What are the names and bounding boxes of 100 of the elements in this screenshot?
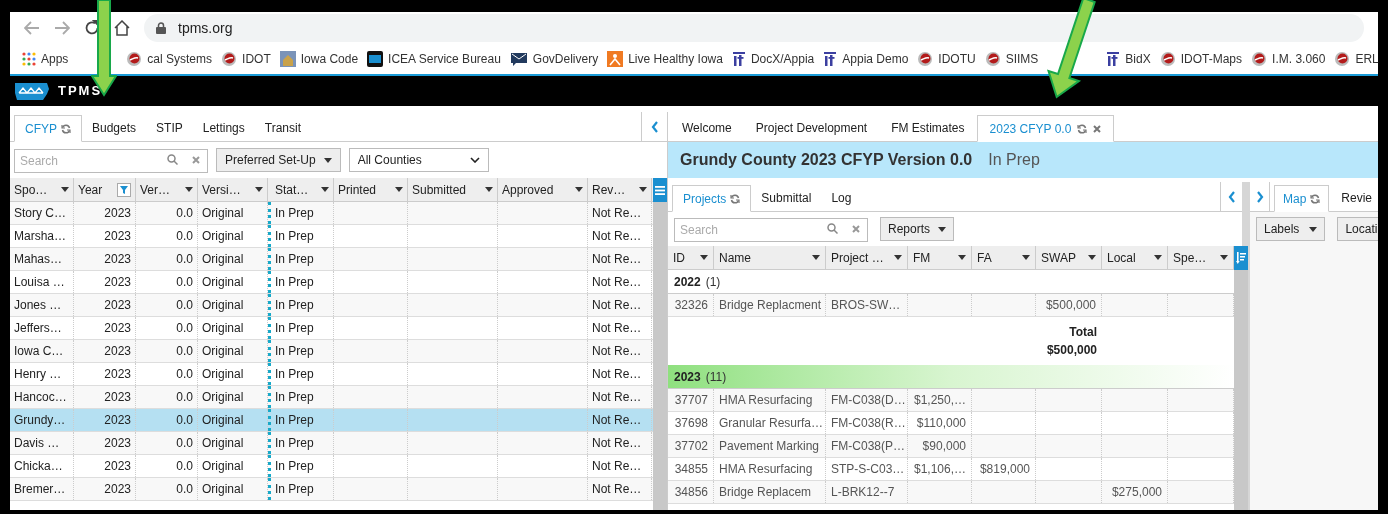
county-select[interactable]: All Counties	[348, 148, 489, 172]
tab[interactable]: Submittal	[751, 184, 822, 211]
bookmark-link[interactable]: Apps	[22, 50, 69, 68]
tab[interactable]: 2023 CFYP 0.0	[976, 115, 1115, 142]
tab[interactable]: Map	[1274, 185, 1330, 212]
table-row[interactable]: Marsha… 2023 0.0 Original In Prep Not Re…	[10, 225, 653, 248]
tab[interactable]: CFYP	[14, 115, 82, 142]
apps-grid-icon	[22, 52, 36, 66]
address-bar[interactable]: tpms.org	[144, 14, 1364, 42]
table-row[interactable]: Louisa … 2023 0.0 Original In Prep Not Re…	[10, 271, 653, 294]
bookmark-link[interactable]: cal Systems	[126, 50, 213, 68]
bookmark-link[interactable]: Iowa Code	[279, 50, 359, 68]
table-cell-text: In Prep	[275, 389, 314, 406]
bookmark-link[interactable]: Appia Demo	[823, 50, 909, 68]
tab[interactable]: Revie	[1333, 184, 1378, 211]
bookmark-link[interactable]: DocX/Appia	[731, 50, 815, 68]
table-cell-text: In Prep	[275, 366, 314, 383]
column-header[interactable]: FM	[908, 246, 972, 269]
table-cell-text: 2023	[104, 205, 131, 222]
table-cell-text: Marsha…	[14, 228, 66, 245]
caret-icon	[1220, 255, 1228, 260]
tab[interactable]: Log	[821, 184, 862, 211]
table-cell-text: $500,000	[1045, 297, 1096, 314]
table-cell-text: Original	[202, 435, 244, 452]
search-field[interactable]: Search	[674, 218, 868, 242]
table-cell-text: 37698	[674, 415, 708, 432]
reports-dropdown-button[interactable]: Reports	[880, 217, 955, 241]
table-row[interactable]: Bremer… 2023 0.0 Original In Prep Not Re…	[10, 478, 653, 501]
group-label: 2022	[674, 273, 701, 291]
table-row[interactable]: Hancoc… 2023 0.0 Original In Prep Not Re…	[10, 386, 653, 409]
table-cell-text: 0.0	[176, 251, 193, 268]
column-header[interactable]: Name	[714, 246, 826, 269]
column-header[interactable]: Rev…	[588, 178, 652, 201]
caret-icon	[185, 187, 193, 192]
tab[interactable]: FM Estimates	[879, 114, 977, 141]
table-row[interactable]: Mahas… 2023 0.0 Original In Prep Not Re…	[10, 248, 653, 271]
tab[interactable]: Transit	[254, 114, 311, 141]
toolbar-button[interactable]: Locati	[1337, 217, 1378, 241]
column-header[interactable]: ID	[668, 246, 714, 269]
table-row[interactable]: Story C… 2023 0.0 Original In Prep Not Re…	[10, 202, 653, 225]
table-cell-text: 0.0	[176, 297, 193, 314]
bookmark-link[interactable]: GovDelivery	[509, 50, 599, 68]
close-icon	[192, 155, 200, 164]
bookmark-link[interactable]: BidX	[1106, 50, 1151, 68]
column-header[interactable]: Project …	[826, 246, 908, 269]
table-row[interactable]: Davis … 2023 0.0 Original In Prep Not Re…	[10, 432, 653, 455]
bookmark-link[interactable]: I.M. 3.060	[1251, 50, 1326, 68]
table-row[interactable]: Iowa C… 2023 0.0 Original In Prep Not Re…	[10, 340, 653, 363]
search-field[interactable]: Search	[14, 149, 208, 173]
table-cell-text: In Prep	[275, 435, 314, 452]
column-header[interactable]: SWAP	[1036, 246, 1102, 269]
table-row[interactable]: Jones … 2023 0.0 Original In Prep Not Re…	[10, 294, 653, 317]
scrollbar[interactable]	[653, 202, 667, 510]
toolbar-button[interactable]: Labels	[1256, 217, 1326, 241]
bookmark-link[interactable]: Live Healthy Iowa	[607, 50, 723, 68]
column-header[interactable]: Local	[1102, 246, 1168, 269]
column-header[interactable]: Approved	[498, 178, 588, 201]
column-header[interactable]: Printed	[334, 178, 408, 201]
bookmark-link[interactable]: IDOTU	[917, 50, 976, 68]
column-header[interactable]: Year	[74, 178, 136, 201]
tab[interactable]: Lettings	[192, 114, 255, 141]
table-cell-text: 2023	[104, 320, 131, 337]
table-cell-text: 2023	[104, 412, 131, 429]
column-header[interactable]: Ver…	[136, 178, 198, 201]
table-row[interactable]: Henry … 2023 0.0 Original In Prep Not Re…	[10, 363, 653, 386]
bookmark-link[interactable]: IDOT	[221, 50, 271, 68]
tab[interactable]: Projects	[672, 185, 752, 212]
group-header[interactable]: 2023 (11)	[668, 365, 1234, 389]
column-header[interactable]: Spo…	[10, 178, 74, 201]
table-cell-text: $275,000	[1111, 484, 1162, 501]
table-cell-text: Bridge Replacem	[719, 484, 812, 501]
column-header[interactable]: Submitted	[408, 178, 498, 201]
bookmark-link[interactable]: IDOT-Maps	[1159, 50, 1243, 68]
tab[interactable]: Budgets	[82, 114, 147, 141]
table-row[interactable]: Jeffers… 2023 0.0 Original In Prep Not Re…	[10, 317, 653, 340]
scrollbar[interactable]	[1234, 270, 1248, 510]
close-icon	[852, 224, 860, 233]
table-cell-text: Original	[202, 274, 244, 291]
bookmark-icon	[126, 51, 143, 67]
column-menu-button[interactable]	[653, 178, 667, 202]
table-cell-text: 0.0	[176, 481, 193, 498]
bookmark-link[interactable]: ICEA Service Bureau	[367, 50, 501, 68]
sort-button[interactable]	[1234, 246, 1248, 270]
column-header[interactable]: FA	[972, 246, 1036, 269]
tab[interactable]: Project Development	[743, 114, 880, 141]
status-label: In Prep	[988, 150, 1040, 170]
table-row[interactable]: Grundy… 2023 0.0 Original In Prep Not Re…	[10, 409, 653, 432]
table-row[interactable]: Chicka… 2023 0.0 Original In Prep Not Re…	[10, 455, 653, 478]
setup-dropdown-button[interactable]: Preferred Set-Up	[216, 148, 341, 172]
bookmark-link[interactable]: SIIMS	[984, 50, 1039, 68]
table-cell-text: In Prep	[275, 343, 314, 360]
caret-icon	[255, 187, 263, 192]
caret-icon	[61, 187, 69, 192]
tab[interactable]: STIP	[146, 114, 193, 141]
table-cell-text: Grundy…	[14, 412, 66, 429]
tab[interactable]: Welcome	[670, 114, 744, 141]
table-cell-text: $1,250,…	[913, 392, 966, 409]
column-header[interactable]: Versi…	[198, 178, 268, 201]
table-cell-text: Original	[202, 389, 244, 406]
table-cell-text: 34855	[674, 461, 708, 478]
